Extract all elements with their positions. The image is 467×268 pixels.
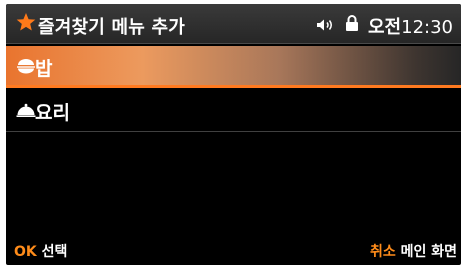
softkey-ok-key: OK — [14, 244, 37, 260]
page-title: 즐겨찾기 메뉴 추가 — [38, 17, 186, 38]
softkey-home[interactable]: 취소 메인 화면 — [370, 241, 457, 261]
softkey-home-label: 메인 화면 — [400, 244, 457, 260]
title-bar: 즐겨찾기 메뉴 추가 오전12:30 — [6, 4, 461, 44]
clock-time: 12:30 — [401, 17, 453, 38]
speaker-icon — [317, 19, 332, 31]
softkey-cancel-key: 취소 — [369, 244, 396, 260]
rice-bowl-icon — [17, 59, 35, 74]
star-icon — [16, 13, 36, 31]
menu-item-label: 요리 — [35, 102, 70, 124]
device-screen: 즐겨찾기 메뉴 추가 오전12:30 밥 요리 OK 선택 취소 메인 화면 — [6, 4, 461, 265]
softkey-select-label: 선택 — [41, 244, 68, 260]
clock-ampm: 오전 — [368, 17, 402, 38]
softkey-select[interactable]: OK 선택 — [14, 241, 67, 261]
menu-item-cooking[interactable]: 요리 — [6, 90, 461, 132]
menu-item-label: 밥 — [35, 58, 53, 80]
menu-item-rice[interactable]: 밥 — [6, 46, 461, 88]
clock: 오전12:30 — [368, 13, 453, 39]
lock-icon — [346, 15, 358, 31]
dish-cover-icon — [16, 103, 36, 117]
